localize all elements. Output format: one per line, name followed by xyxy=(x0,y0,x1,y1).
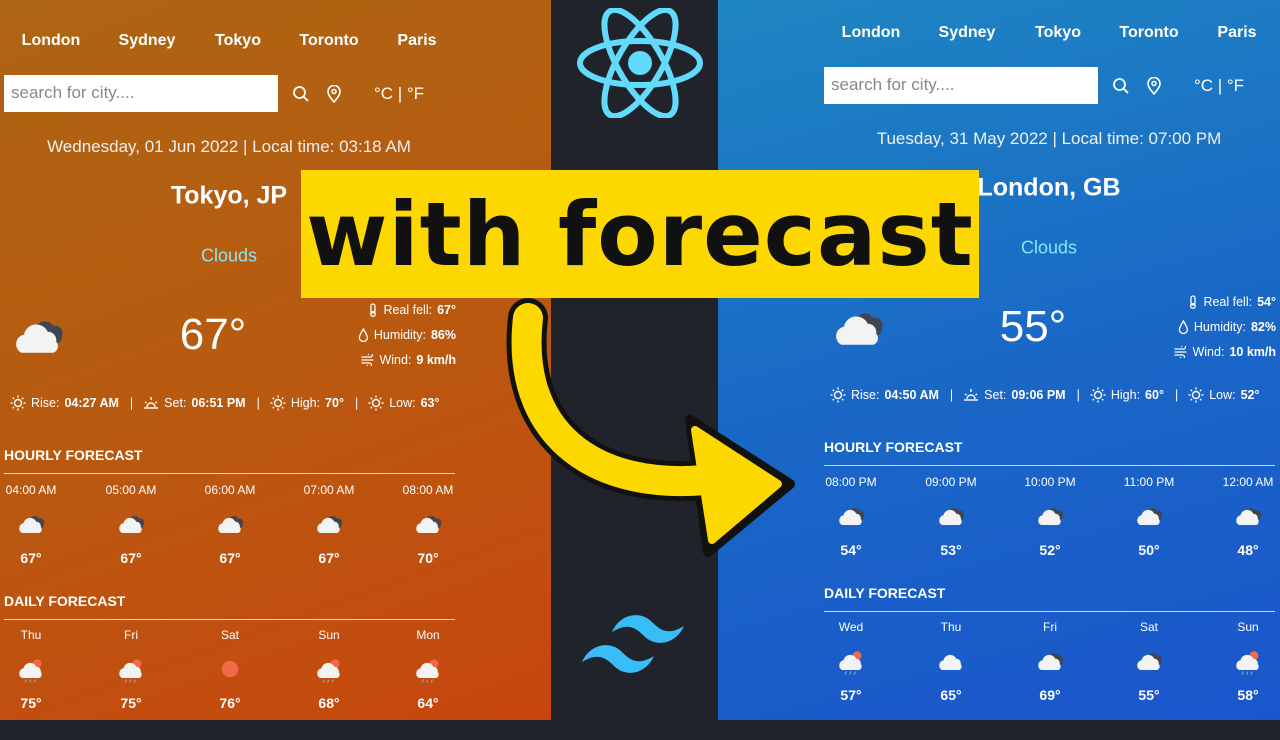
curved-arrow-icon xyxy=(0,0,1280,720)
